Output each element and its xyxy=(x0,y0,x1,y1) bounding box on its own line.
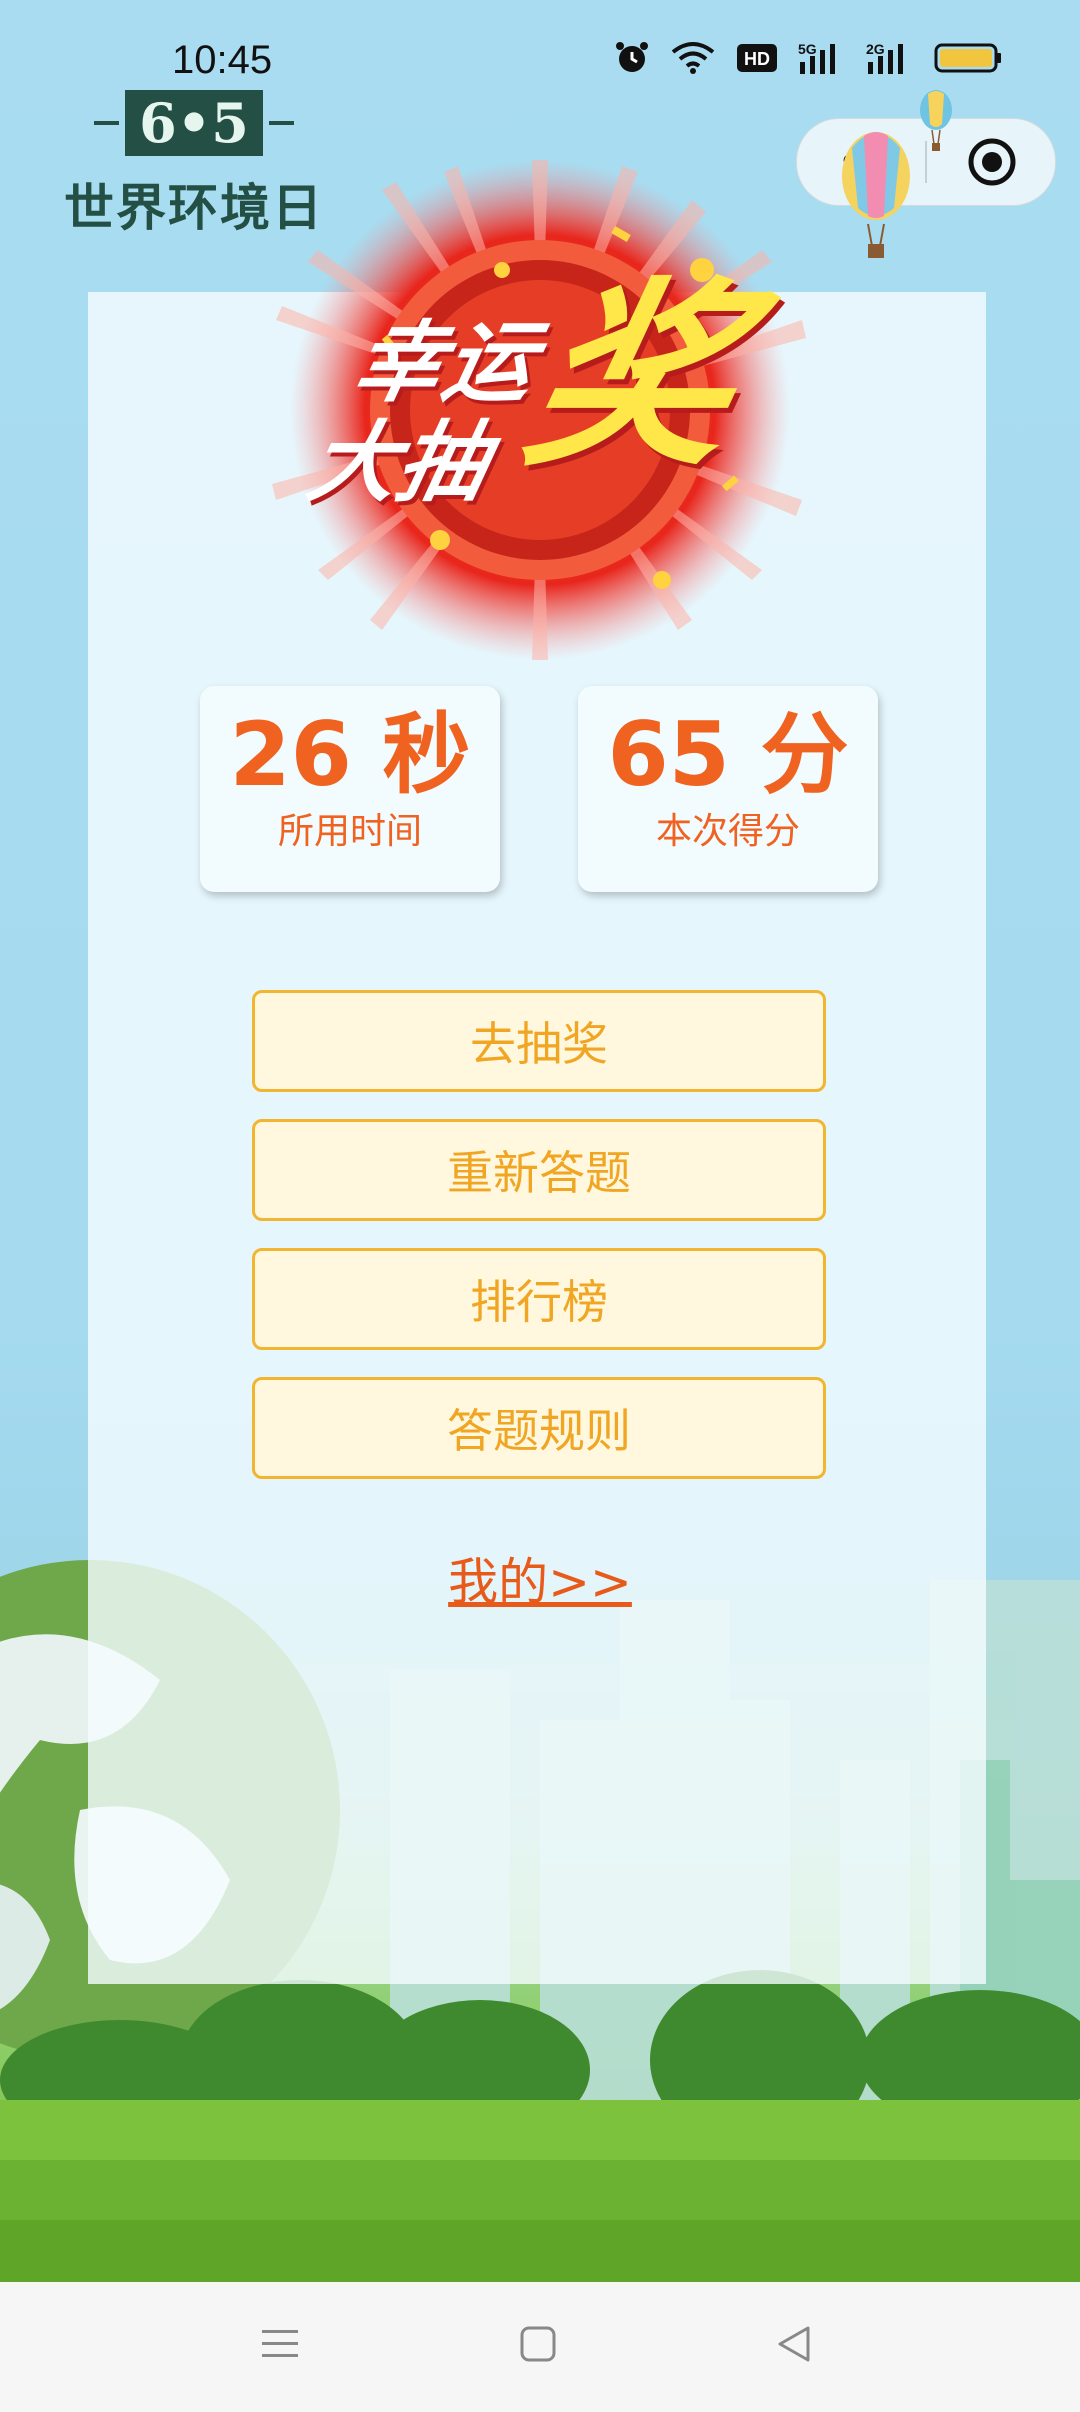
battery-icon xyxy=(934,43,1001,73)
signal-2g-text: 2G xyxy=(866,41,885,57)
back-icon[interactable] xyxy=(772,2322,816,2366)
signal-5g-icon: 5G xyxy=(798,41,835,74)
time-used-box: 26 秒 所用时间 xyxy=(200,686,500,892)
time-used-value: 26 秒 xyxy=(229,703,471,806)
score-label: 本次得分 xyxy=(655,811,800,852)
signal-2g-icon: 2G xyxy=(866,41,903,74)
logo-line-left xyxy=(94,121,120,125)
score-value: 65 分 xyxy=(607,703,849,806)
badge-text-prize: 奖 xyxy=(509,261,759,494)
balloon-large-icon xyxy=(842,132,910,258)
signal-5g-text: 5G xyxy=(798,41,817,57)
home-icon[interactable] xyxy=(516,2322,560,2366)
status-icons: HD 5G 2G xyxy=(614,40,1004,76)
logo-number: 6•5 xyxy=(94,88,294,158)
hd-icon: HD xyxy=(737,44,777,72)
mine-link[interactable]: 我的>> xyxy=(0,1542,1080,1614)
alarm-icon xyxy=(616,42,648,72)
logo-line-right xyxy=(268,121,294,125)
screen: 10:45 HD 5G 2G 6•5 世界环境日 幸运 大抽 奖 26 秒 所用… xyxy=(0,0,1080,2412)
retry-quiz-button[interactable]: 重新答题 xyxy=(252,1119,826,1221)
wifi-icon xyxy=(671,42,715,74)
menu-icon[interactable] xyxy=(258,2322,302,2366)
quiz-rules-button[interactable]: 答题规则 xyxy=(252,1377,826,1479)
time-used-label: 所用时间 xyxy=(277,811,422,852)
system-navigation-bar xyxy=(0,2282,1080,2412)
hd-text: HD xyxy=(744,49,770,69)
go-lottery-button[interactable]: 去抽奖 xyxy=(252,990,826,1092)
balloon-small-icon xyxy=(920,90,952,151)
lucky-draw-badge: 幸运 大抽 奖 xyxy=(262,160,818,660)
score-box: 65 分 本次得分 xyxy=(578,686,878,892)
logo-number-box: 6•5 xyxy=(125,90,263,156)
status-time: 10:45 xyxy=(172,38,273,82)
ranking-button[interactable]: 排行榜 xyxy=(252,1248,826,1350)
close-target-icon[interactable] xyxy=(967,137,1017,187)
badge-text-draw: 大抽 xyxy=(299,411,498,514)
